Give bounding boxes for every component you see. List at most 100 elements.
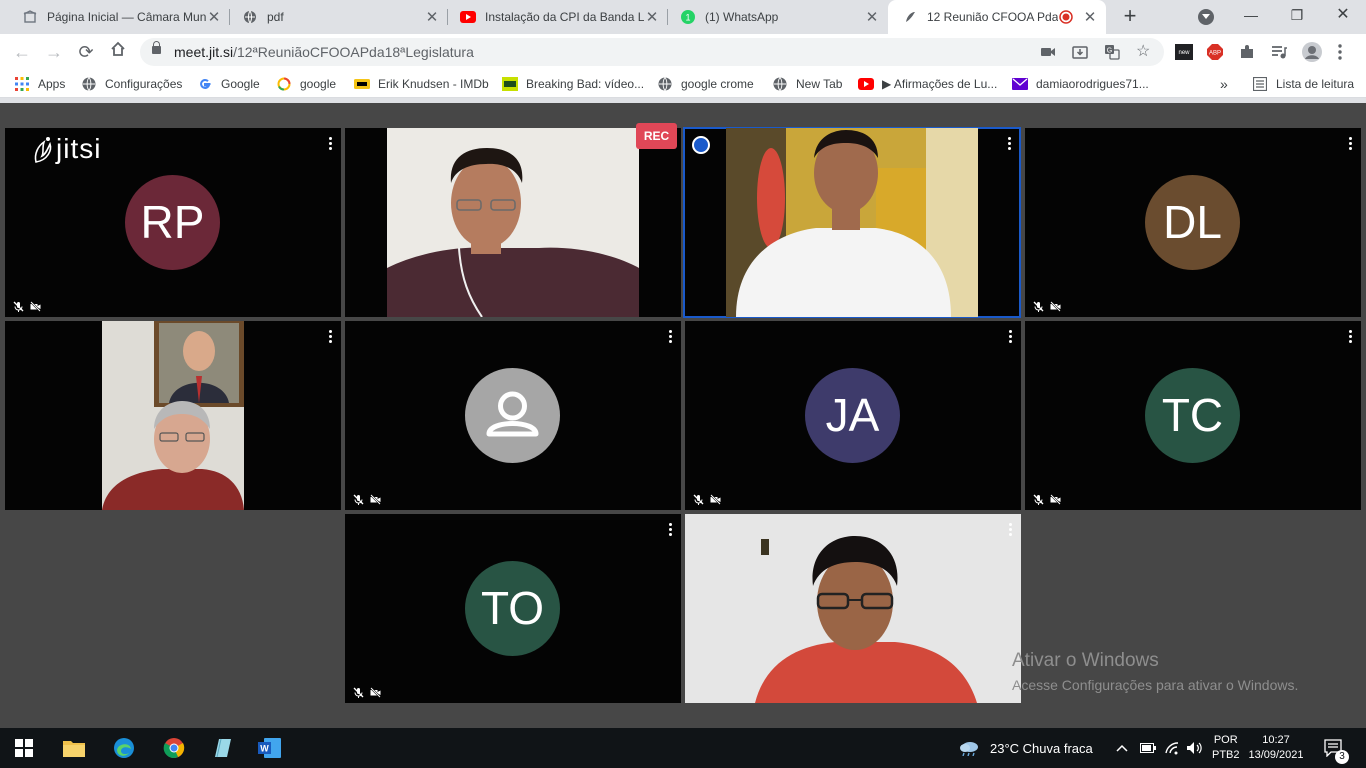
chrome-icon[interactable] (160, 734, 188, 762)
tile-menu-icon[interactable] (669, 330, 673, 344)
mic-muted-icon (353, 492, 364, 505)
mic-muted-icon (13, 299, 24, 312)
bookmark-afirmacoes[interactable]: ▶ Afirmações de Lu... (858, 75, 997, 93)
tile-menu-icon[interactable] (1009, 330, 1013, 344)
svg-text:1: 1 (685, 13, 690, 23)
tile-menu-icon[interactable] (329, 330, 333, 344)
tile-menu-icon[interactable] (329, 137, 333, 151)
bookmark-breaking-bad[interactable]: Breaking Bad: vídeo... (502, 75, 644, 93)
tab-whatsapp[interactable]: 1 (1) WhatsApp ✕ (666, 0, 888, 34)
avatar (465, 368, 560, 463)
close-window-icon[interactable]: ✕ (1320, 0, 1366, 34)
address-bar[interactable]: meet.jit.si/12ªReuniãoCFOOAPda18ªLegisla… (140, 38, 1164, 66)
menu-kebab-icon[interactable] (1338, 44, 1346, 60)
browser-toolbar: ← → ⟳ meet.jit.si/12ªReuniãoCFOOAPda18ªL… (0, 34, 1366, 70)
tab-pdf[interactable]: pdf ✕ (228, 0, 448, 34)
mic-muted-icon (1033, 492, 1044, 505)
tab-jitsi-meeting[interactable]: 12 Reunião CFOOA Pda 1 ✕ (888, 0, 1106, 34)
mic-muted-icon (1033, 299, 1044, 312)
bookmark-configuracoes[interactable]: Configurações (81, 75, 182, 93)
tile-menu-icon[interactable] (1008, 137, 1012, 151)
tray-chevron-icon[interactable] (1116, 728, 1128, 768)
back-icon[interactable]: ← (10, 40, 34, 64)
close-tab-icon[interactable]: ✕ (424, 8, 440, 26)
bookmark-damiao-mail[interactable]: damiaorodrigues71... (1012, 75, 1149, 93)
tile-menu-icon[interactable] (1349, 137, 1353, 151)
participant-tile-generic[interactable] (345, 321, 681, 510)
camera-icon[interactable] (1040, 44, 1056, 60)
bookmark-google-crome[interactable]: google crome (657, 75, 754, 93)
mail-icon (1012, 76, 1028, 92)
bookmark-google[interactable]: Google (197, 75, 260, 93)
tile-menu-icon[interactable] (669, 523, 673, 537)
file-explorer-icon[interactable] (60, 734, 88, 762)
bookmarks-overflow-chevron[interactable]: » (1220, 75, 1228, 93)
activate-windows-subtitle: Acesse Configurações para ativar o Windo… (1012, 677, 1299, 693)
profile-avatar[interactable] (1302, 42, 1322, 62)
camera-off-icon (370, 685, 381, 698)
volume-icon[interactable] (1186, 728, 1204, 768)
globe-icon (772, 76, 788, 92)
youtube-icon (858, 76, 874, 92)
bb-icon (502, 76, 518, 92)
clock[interactable]: 10:27 13/09/2021 (1248, 728, 1304, 768)
language-indicator[interactable]: POR PTB2 (1212, 728, 1240, 768)
svg-text:G: G (1107, 48, 1112, 55)
participant-tile-to[interactable]: TO (345, 514, 681, 703)
close-tab-icon[interactable]: ✕ (1082, 8, 1098, 26)
participant-tile-tc[interactable]: TC (1025, 321, 1361, 510)
bookmark-star-icon[interactable]: ☆ (1136, 44, 1152, 60)
tile-menu-icon[interactable] (1009, 523, 1013, 537)
tab-camara[interactable]: Página Inicial — Câmara Mun ✕ (8, 0, 230, 34)
notification-center-icon[interactable]: 3 (1324, 728, 1349, 768)
bookmark-apps[interactable]: Apps (14, 75, 65, 93)
new-tab-button[interactable]: + (1118, 5, 1142, 29)
restore-icon[interactable]: ❐ (1274, 0, 1320, 34)
participant-tile-ja[interactable]: JA (685, 321, 1021, 510)
minimize-icon[interactable]: — (1228, 0, 1274, 34)
tab-search-icon[interactable] (1198, 9, 1214, 25)
notes-app-icon[interactable] (208, 734, 236, 762)
bookmark-imdb[interactable]: Erik Knudsen - IMDb (354, 75, 489, 93)
recording-badge: REC (636, 123, 677, 149)
wifi-icon[interactable] (1164, 728, 1180, 768)
forward-icon[interactable]: → (42, 40, 66, 64)
news-extension-icon[interactable]: new (1175, 44, 1193, 60)
participant-tile-speaker[interactable] (683, 127, 1021, 318)
lock-icon (152, 41, 161, 54)
close-tab-icon[interactable]: ✕ (864, 8, 880, 26)
svg-text:new: new (1178, 50, 1190, 56)
reload-icon[interactable]: ⟳ (74, 40, 98, 64)
tile-menu-icon[interactable] (1349, 330, 1353, 344)
activate-windows-title: Ativar o Windows (1012, 650, 1159, 671)
participant-tile-dl[interactable]: DL (1025, 128, 1361, 317)
install-icon[interactable] (1072, 44, 1088, 60)
participant-tile-video-3[interactable] (685, 514, 1021, 703)
imdb-icon (354, 76, 370, 92)
close-tab-icon[interactable]: ✕ (206, 8, 222, 26)
media-control-icon[interactable] (1271, 44, 1289, 60)
tab-cpi[interactable]: Instalação da CPI da Banda La ✕ (446, 0, 668, 34)
participant-video (387, 128, 639, 317)
weather-widget[interactable]: 23°C Chuva fraca (958, 728, 1093, 768)
bookmark-google-2[interactable]: google (276, 75, 336, 93)
home-icon[interactable] (106, 40, 130, 64)
camera-off-icon (1050, 492, 1061, 505)
participant-video (102, 321, 244, 510)
windows-start-icon[interactable] (10, 734, 38, 762)
adblock-icon[interactable]: ABP (1207, 44, 1225, 60)
edge-icon[interactable] (110, 734, 138, 762)
reading-list-button[interactable]: Lista de leitura (1252, 75, 1354, 93)
mic-muted-icon (353, 685, 364, 698)
extensions-puzzle-icon[interactable] (1239, 44, 1257, 60)
participant-tile-video-1[interactable] (345, 128, 681, 317)
avatar: TO (465, 561, 560, 656)
globe-icon (81, 76, 97, 92)
translate-icon[interactable]: G (1104, 44, 1120, 60)
close-tab-icon[interactable]: ✕ (644, 8, 660, 26)
word-icon[interactable]: W (256, 734, 284, 762)
svg-text:ABP: ABP (1209, 51, 1221, 57)
battery-icon[interactable] (1140, 728, 1156, 768)
participant-tile-video-2[interactable] (5, 321, 341, 510)
bookmark-new-tab[interactable]: New Tab (772, 75, 842, 93)
